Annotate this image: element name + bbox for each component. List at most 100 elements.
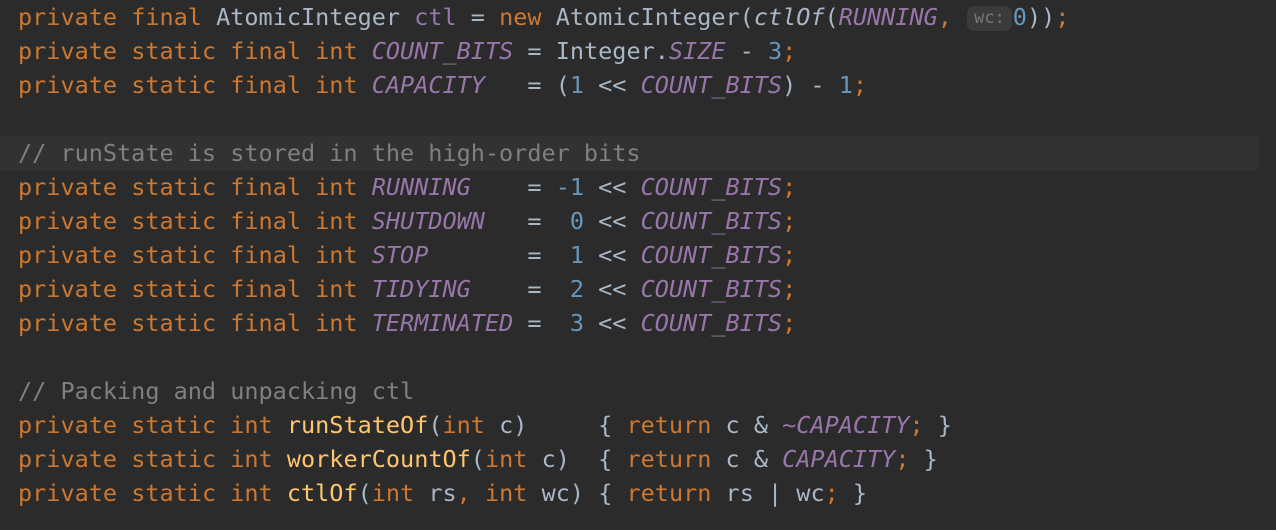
code-constant: CAPACITY — [371, 71, 485, 99]
code-punctuation — [527, 479, 541, 507]
code-punctuation — [273, 411, 287, 439]
code-punctuation — [117, 479, 131, 507]
code-punctuation — [273, 479, 287, 507]
code-keyword: int — [230, 479, 273, 507]
code-separator: ; — [782, 207, 797, 235]
code-keyword: static — [131, 207, 217, 235]
code-line[interactable]: // runState is stored in the high-order … — [0, 136, 1258, 170]
code-keyword: final — [230, 275, 301, 303]
code-type: AtomicInteger — [555, 3, 740, 31]
code-line[interactable]: private static final int TIDYING = 2 << … — [0, 272, 1276, 306]
code-keyword: int — [230, 411, 273, 439]
code-keyword: private — [18, 71, 118, 99]
code-separator: ; — [909, 411, 924, 439]
code-punctuation — [471, 479, 485, 507]
code-constant: SHUTDOWN — [371, 207, 485, 235]
code-punctuation — [952, 3, 966, 31]
code-line-blank[interactable] — [0, 102, 1276, 136]
code-punctuation — [301, 309, 315, 337]
code-line[interactable]: // Packing and unpacking ctl — [0, 374, 1276, 408]
code-line-blank[interactable] — [0, 340, 1276, 374]
code-punctuation: << — [584, 309, 641, 337]
code-line[interactable]: private static final int RUNNING = -1 <<… — [0, 170, 1276, 204]
code-identifier: c — [725, 411, 740, 439]
code-keyword: final — [230, 173, 301, 201]
code-comment: // runState is stored in the high-order … — [18, 139, 641, 167]
code-keyword: return — [626, 411, 712, 439]
code-punctuation — [358, 309, 372, 337]
code-punctuation: } — [923, 411, 952, 439]
code-line[interactable]: private static final int CAPACITY = (1 <… — [0, 68, 1276, 102]
code-punctuation: = — [428, 241, 570, 269]
code-keyword: final — [230, 309, 301, 337]
code-punctuation — [117, 445, 131, 473]
code-keyword: int — [315, 309, 358, 337]
code-line[interactable]: private static int runStateOf(int c) { r… — [0, 408, 1276, 442]
parameter-hint-badge[interactable]: wc: — [967, 6, 1012, 31]
code-separator: ; — [824, 479, 839, 507]
code-constant: COUNT_BITS — [640, 241, 783, 269]
code-keyword: final — [230, 207, 301, 235]
code-line[interactable]: private static final int COUNT_BITS = In… — [0, 34, 1276, 68]
code-constant: STOP — [371, 241, 429, 269]
code-constant: RUNNING — [838, 3, 938, 31]
code-line[interactable]: private static final int STOP = 1 << COU… — [0, 238, 1276, 272]
code-keyword: private — [18, 275, 118, 303]
code-punctuation — [216, 207, 230, 235]
code-keyword: int — [484, 479, 528, 507]
code-keyword: static — [131, 275, 217, 303]
code-punctuation — [485, 411, 499, 439]
code-line[interactable]: private static final int SHUTDOWN = 0 <<… — [0, 204, 1276, 238]
code-constant: CAPACITY — [782, 445, 896, 473]
code-number: 1 — [569, 241, 584, 269]
code-punctuation: << — [584, 173, 641, 201]
code-line[interactable]: private final AtomicInteger ctl = new At… — [0, 0, 1276, 34]
code-punctuation — [117, 37, 131, 65]
code-line[interactable]: private static int workerCountOf(int c) … — [0, 442, 1276, 476]
code-punctuation: { — [584, 479, 627, 507]
code-number: 2 — [569, 275, 585, 303]
code-punctuation — [301, 241, 315, 269]
code-punctuation — [216, 445, 230, 473]
code-punctuation: << — [584, 275, 641, 303]
code-constant: COUNT_BITS — [640, 173, 783, 201]
code-punctuation — [358, 37, 372, 65]
code-punctuation — [301, 173, 315, 201]
code-punctuation: } — [838, 479, 868, 507]
code-punctuation: = — [470, 275, 570, 303]
code-punctuation — [301, 71, 315, 99]
code-editor-pane[interactable]: private final AtomicInteger ctl = new At… — [0, 0, 1276, 530]
code-constant: RUNNING — [371, 173, 471, 201]
code-punctuation: ) — [555, 445, 570, 473]
code-method-name: runStateOf — [286, 411, 429, 439]
code-punctuation: ) — [569, 479, 585, 507]
code-punctuation — [711, 479, 725, 507]
code-punctuation — [358, 173, 372, 201]
code-constant: TERMINATED — [371, 309, 514, 337]
code-type: AtomicInteger — [216, 3, 401, 31]
code-punctuation — [216, 309, 230, 337]
code-line[interactable]: private static final int TERMINATED = 3 … — [0, 306, 1276, 340]
code-number: 0 — [569, 207, 584, 235]
code-separator: ; — [852, 71, 868, 99]
code-punctuation: = — [484, 207, 570, 235]
code-punctuation: = — [470, 173, 556, 201]
code-text-area[interactable]: private final AtomicInteger ctl = new At… — [0, 0, 1276, 510]
code-keyword: private — [18, 309, 118, 337]
code-keyword: private — [18, 411, 118, 439]
code-constant: COUNT_BITS — [640, 275, 783, 303]
code-keyword: int — [315, 37, 358, 65]
code-punctuation: | — [753, 479, 797, 507]
code-keyword: static — [131, 173, 217, 201]
code-punctuation: ) — [782, 71, 797, 99]
code-punctuation — [117, 275, 131, 303]
code-keyword: private — [18, 37, 118, 65]
code-punctuation — [117, 411, 131, 439]
code-keyword: static — [131, 445, 217, 473]
code-punctuation — [216, 173, 230, 201]
code-separator: ; — [782, 37, 797, 65]
code-keyword: private — [18, 445, 118, 473]
code-punctuation — [216, 37, 230, 65]
code-punctuation: << — [584, 207, 641, 235]
code-line[interactable]: private static int ctlOf(int rs, int wc)… — [0, 476, 1276, 510]
